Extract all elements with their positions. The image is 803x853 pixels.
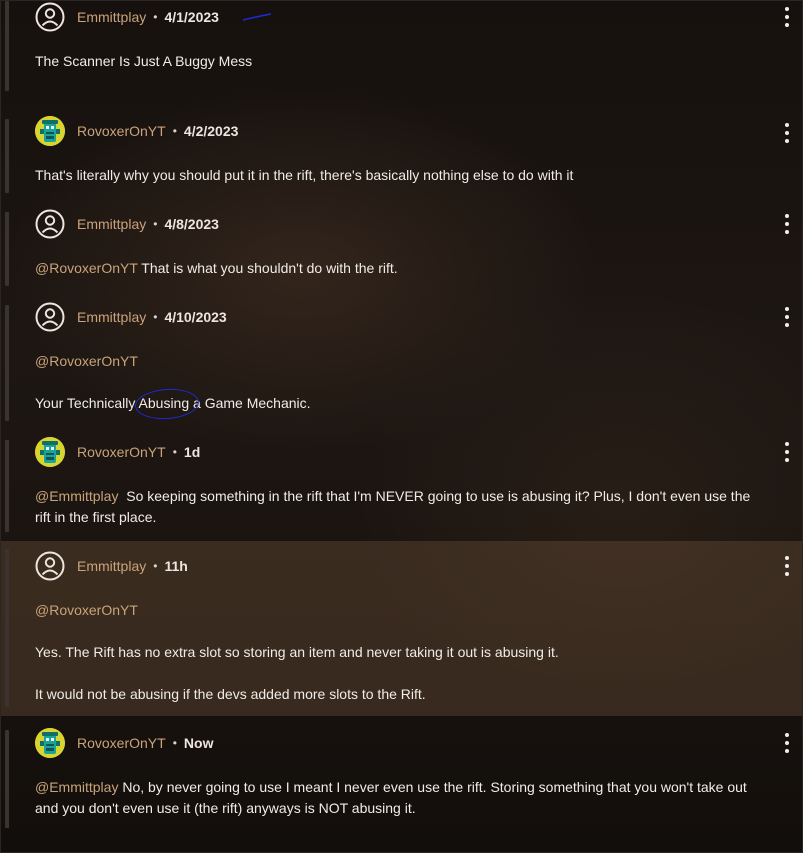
comment-text: rift in the first place. [35, 509, 156, 525]
comment-text: The Scanner Is Just A Buggy Mess [35, 53, 252, 69]
comment-author[interactable]: Emmittplay [77, 9, 146, 25]
comment-text-run: No, by never going to use I meant I neve… [118, 779, 747, 795]
comment-text-run: Yes. The Rift has no extra slot so stori… [35, 644, 559, 660]
comment-author[interactable]: Emmittplay [77, 309, 146, 325]
separator-dot: • [153, 559, 158, 573]
user-outline-icon[interactable] [35, 2, 65, 32]
comment-text: It would not be abusing if the devs adde… [35, 686, 426, 702]
comment-text: Yes. The Rift has no extra slot so stori… [35, 644, 559, 660]
comment-item: RovoxerOnYT • 4/2/2023 That's literally why… [1, 113, 802, 206]
comment-date: 1d [183, 444, 201, 460]
user-mention-link[interactable]: @Emmittplay [35, 779, 118, 795]
pen-stroke-annotation [241, 11, 277, 30]
comment-text: That's literally why you should put it i… [35, 167, 573, 183]
thread-rail [5, 119, 9, 193]
comment-text-run: So keeping something in the rift that I'… [118, 488, 751, 504]
separator-dot: • [153, 10, 158, 24]
more-options-icon[interactable] [784, 733, 790, 753]
comment-author[interactable]: RovoxerOnYT [77, 444, 166, 460]
comment-author[interactable]: Emmittplay [77, 216, 146, 232]
comment-text-run: a Game Mechanic. [189, 395, 311, 411]
comment-thread-panel: Emmittplay • 4/1/2023 The Scanner Is Just A… [0, 0, 803, 853]
comment-header: Emmittplay • 4/10/2023 [35, 302, 227, 332]
comment-text-run: rift in the first place. [35, 509, 157, 525]
tiki-avatar[interactable] [35, 728, 65, 758]
comment-date: 4/1/2023 [164, 9, 219, 25]
comment-header: Emmittplay • 4/1/2023 [35, 2, 219, 32]
thread-rail [5, 730, 9, 828]
comment-header: RovoxerOnYT • Now [35, 728, 213, 758]
comment-author[interactable]: RovoxerOnYT [77, 735, 166, 751]
more-options-icon[interactable] [784, 556, 790, 576]
comment-text: @RovoxerOnYT That is what you shouldn't … [35, 260, 398, 276]
separator-dot: • [153, 310, 158, 324]
comment-date: 4/2/2023 [183, 123, 239, 139]
more-options-icon[interactable] [784, 442, 790, 462]
comment-header: RovoxerOnYT • 4/2/2023 [35, 116, 238, 146]
comment-text: Your Technically Abusing a Game Mechanic… [35, 386, 311, 422]
comment-text-run: and you don't even use it (the rift) any… [35, 800, 416, 816]
comment-item: RovoxerOnYT • Now @Emmittplay No, by never … [1, 718, 802, 852]
thread-rail [5, 1, 9, 91]
annotated-word: Abusing [133, 386, 200, 422]
comment-text-run: The Scanner Is Just A Buggy Mess [35, 53, 253, 69]
comment-item: Emmittplay • 4/10/2023 @RovoxerOnYT Your Tec… [1, 299, 802, 434]
user-mention-link[interactable]: @RovoxerOnYT [35, 260, 138, 276]
comment-header: Emmittplay • 11h [35, 551, 188, 581]
thread-rail [5, 440, 9, 532]
comment-date: 4/8/2023 [164, 216, 219, 232]
comment-item: Emmittplay • 4/1/2023 The Scanner Is Just A… [1, 1, 802, 113]
comment-author[interactable]: Emmittplay [77, 558, 146, 574]
more-options-icon[interactable] [784, 214, 790, 234]
pen-circle-annotation [133, 386, 200, 422]
user-mention-link[interactable]: @Emmittplay [35, 488, 118, 504]
user-mention-link[interactable]: @RovoxerOnYT [35, 602, 138, 618]
thread-rail [5, 305, 9, 421]
comment-text: and you don't even use it (the rift) any… [35, 800, 416, 816]
comment-text-run: That is what you shouldn't do with the r… [137, 260, 398, 276]
comment-text-run: Your Technically [35, 395, 139, 411]
comment-date: 11h [164, 558, 188, 574]
user-outline-icon[interactable] [35, 209, 65, 239]
comment-item: Emmittplay • 4/8/2023 @RovoxerOnYT That is … [1, 206, 802, 299]
tiki-avatar[interactable] [35, 437, 65, 467]
comment-item: Emmittplay • 11h @RovoxerOnYT Yes. The Rift … [1, 541, 802, 716]
thread-rail [5, 212, 9, 286]
user-outline-icon[interactable] [35, 302, 65, 332]
separator-dot: • [172, 736, 177, 750]
comment-author[interactable]: RovoxerOnYT [77, 123, 166, 139]
comment-text: @RovoxerOnYT [35, 353, 138, 369]
tiki-avatar[interactable] [35, 116, 65, 146]
comment-text: @Emmittplay No, by never going to use I … [35, 779, 747, 795]
comment-text-run: It would not be abusing if the devs adde… [35, 686, 426, 702]
separator-dot: • [153, 217, 158, 231]
comment-date: 4/10/2023 [164, 309, 227, 325]
comment-item: RovoxerOnYT • 1d @Emmittplay So keeping som… [1, 434, 802, 541]
more-options-icon[interactable] [784, 307, 790, 327]
more-options-icon[interactable] [784, 7, 790, 27]
separator-dot: • [172, 124, 177, 138]
user-mention-link[interactable]: @RovoxerOnYT [35, 353, 138, 369]
user-outline-icon[interactable] [35, 551, 65, 581]
thread-rail [5, 549, 9, 707]
comment-text-run: That's literally why you should put it i… [35, 167, 574, 183]
comment-header: Emmittplay • 4/8/2023 [35, 209, 219, 239]
separator-dot: • [172, 445, 177, 459]
comment-text: @Emmittplay So keeping something in the … [35, 488, 750, 504]
more-options-icon[interactable] [784, 123, 790, 143]
comment-text: @RovoxerOnYT [35, 602, 138, 618]
comment-date: Now [183, 735, 214, 751]
comment-header: RovoxerOnYT • 1d [35, 437, 200, 467]
